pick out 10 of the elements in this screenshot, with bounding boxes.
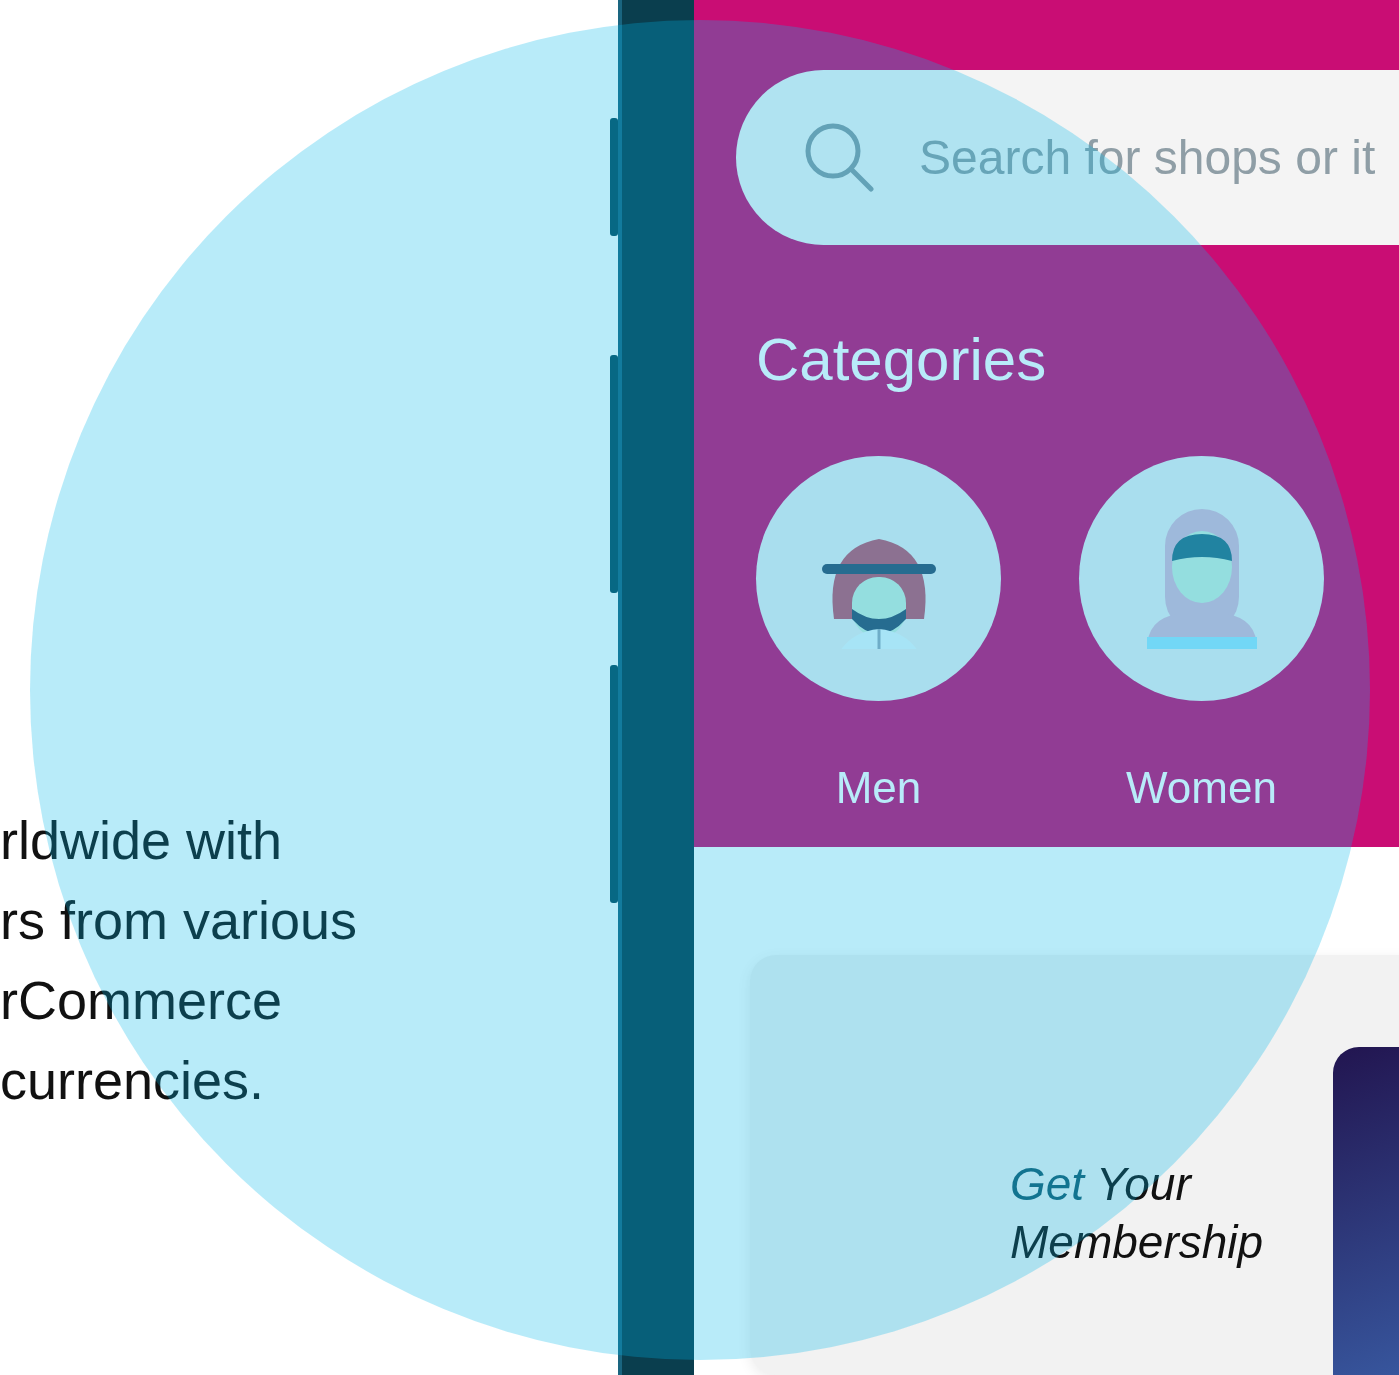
banner-subtitle: Membership bbox=[1010, 1215, 1264, 1270]
intro-text: rldwide with bbox=[0, 809, 283, 872]
banner-title: Get Your bbox=[1010, 1157, 1194, 1212]
category-label: Women bbox=[1126, 763, 1277, 813]
intro-text: rs from various bbox=[0, 889, 358, 952]
category-label: Men bbox=[835, 763, 922, 813]
membership-banner[interactable]: Get Your Membership bbox=[750, 955, 1399, 1375]
intro-text: currencies. bbox=[0, 1049, 265, 1112]
section-title: Categories bbox=[756, 325, 1047, 394]
intro-text: rCommerce bbox=[0, 969, 283, 1032]
